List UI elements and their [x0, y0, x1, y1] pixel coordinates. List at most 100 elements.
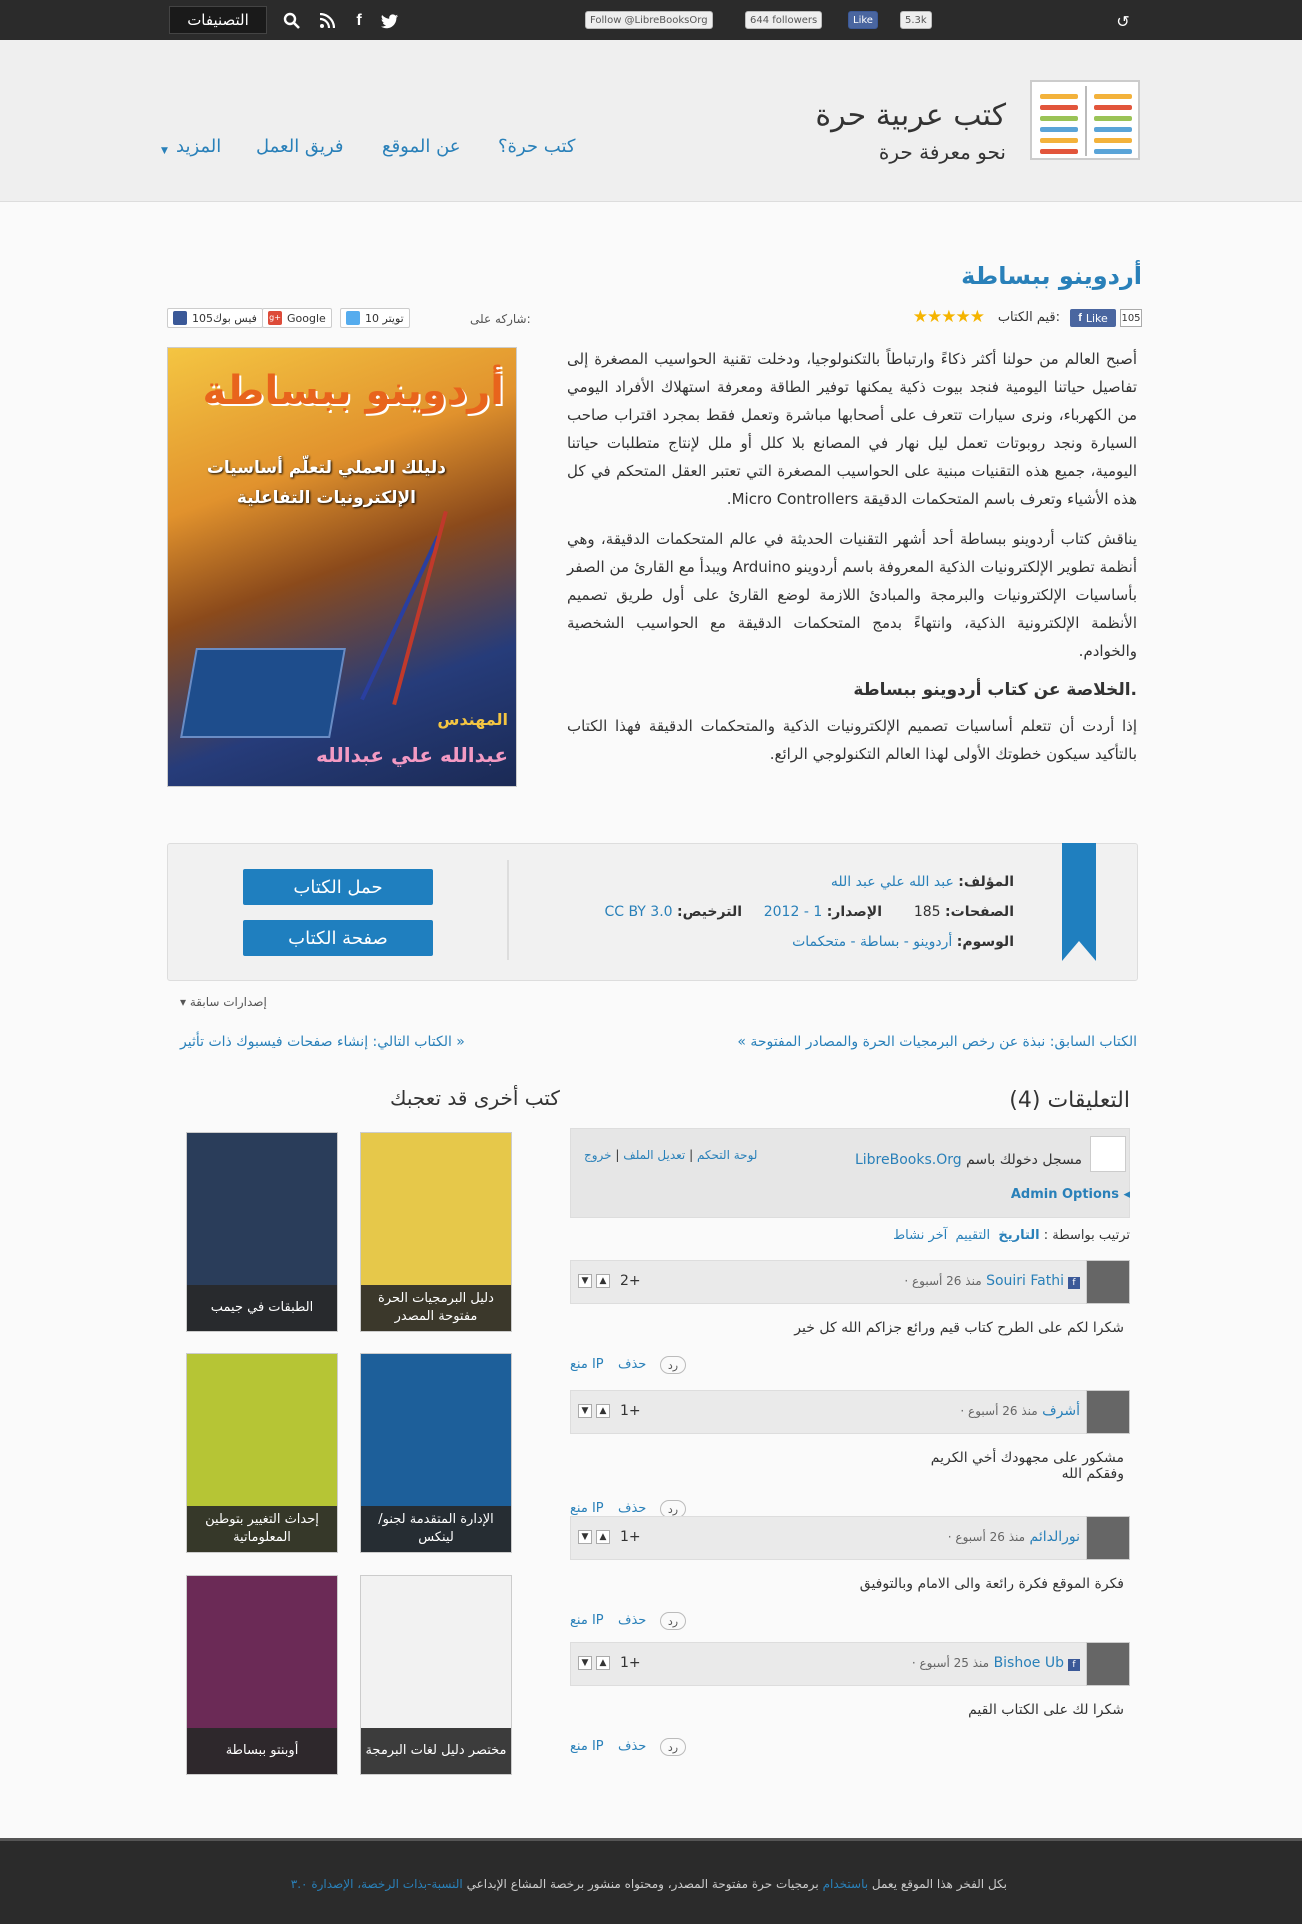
footer-link-license[interactable]: النسبة-بذات الرخصة، الإصدارة ٣.٠ [291, 1877, 463, 1891]
comment-author-name[interactable]: أشرف [1042, 1403, 1080, 1419]
commenter-avatar[interactable] [1086, 1390, 1130, 1434]
thumbs-down-icon[interactable]: ▼ [578, 1274, 592, 1288]
rss-icon[interactable] [316, 10, 338, 32]
ban-ip-link[interactable]: منع IP [570, 1739, 604, 1754]
related-book-caption: أوبنتو ببساطة [187, 1728, 337, 1774]
twitter-follow-button[interactable]: Follow @LibreBooksOrg [585, 11, 713, 29]
license-link[interactable]: CC BY 3.0 [604, 904, 672, 920]
top-bar: ↺ Like 5.3k Follow @LibreBooksOrg 644 fo… [0, 0, 1302, 40]
related-book-card[interactable]: إحداث التغيير بتوطين المعلوماتية [186, 1353, 338, 1553]
facebook-icon: f [1068, 1659, 1080, 1671]
sort-date[interactable]: التاريخ [998, 1228, 1039, 1243]
previous-editions-label: إصدارات سابقة [189, 995, 267, 1009]
pages-value: 185 [913, 904, 941, 920]
reply-button[interactable]: رد [660, 1738, 686, 1756]
related-book-card[interactable]: الإدارة المتقدمة لجنو/لينكس [360, 1353, 512, 1553]
author-info: المؤلف: عبد الله علي عبد الله [831, 874, 1014, 890]
ban-ip-link[interactable]: منع IP [570, 1501, 604, 1516]
comment-time: منذ 26 أسبوع · [904, 1274, 982, 1288]
thumbs-up-icon[interactable]: ▲ [596, 1404, 610, 1418]
thumbs-down-icon[interactable]: ▼ [578, 1656, 592, 1670]
twitter-icon[interactable] [379, 10, 401, 32]
reply-button[interactable]: رد [660, 1612, 686, 1630]
related-book-card[interactable]: الطبقات في جيمب [186, 1132, 338, 1332]
twitter-share-count: تويتر 10 [365, 311, 404, 325]
nav-more[interactable]: المزيد [176, 136, 221, 157]
refresh-icon[interactable]: ↺ [1112, 10, 1134, 32]
related-book-card[interactable]: دليل البرمجيات الحرة مفتوحة المصدر [360, 1132, 512, 1332]
ban-ip-link[interactable]: منع IP [570, 1613, 604, 1628]
related-book-card[interactable]: أوبنتو ببساطة [186, 1575, 338, 1775]
footer-link-software[interactable]: باستخدام [823, 1877, 868, 1891]
comment-score: 2+ [620, 1273, 641, 1289]
comment-text-line: شكرا لك على الكتاب القيم [968, 1702, 1124, 1718]
like-label: Like [853, 14, 873, 26]
cover-author: عبدالله علي عبدالله [315, 743, 508, 767]
pages-info: الصفحات: 185 [914, 904, 1014, 920]
username-link[interactable]: LibreBooks.Org [855, 1152, 962, 1168]
footer-prefix: بكل الفخر هذا الموقع يعمل [871, 1877, 1007, 1891]
sort-rating[interactable]: التقييم [956, 1228, 991, 1243]
delete-comment-link[interactable]: حذف [618, 1613, 646, 1628]
comment-time: منذ 26 أسبوع · [960, 1404, 1038, 1418]
google-share-button[interactable]: g+ Google [262, 308, 332, 328]
commenter-avatar[interactable] [1086, 1516, 1130, 1560]
categories-button[interactable]: التصنيفات [169, 6, 267, 34]
previous-editions-toggle[interactable]: ▾ إصدارات سابقة [180, 995, 267, 1009]
search-icon[interactable] [281, 10, 303, 32]
share-label: شاركه على: [470, 312, 531, 326]
fb-like-label: Like [1085, 311, 1108, 325]
comment-text: شكرا لكم على الطرح كتاب قيم ورائع جزاكم … [794, 1320, 1124, 1336]
thumbs-up-icon[interactable]: ▲ [596, 1530, 610, 1544]
comment-text-line: فكرة الموقع فكرة رائعة والى الامام وبالت… [859, 1576, 1124, 1592]
ban-ip-link[interactable]: منع IP [570, 1357, 604, 1372]
thumbs-up-icon[interactable]: ▲ [596, 1656, 610, 1670]
thumbs-down-icon[interactable]: ▼ [578, 1530, 592, 1544]
facebook-share-button[interactable]: فيس بوك105 [167, 308, 263, 328]
dashboard-link[interactable]: لوحة التحكم [697, 1148, 758, 1162]
next-book-link[interactable]: الكتاب التالي: إنشاء صفحات فيسبوك ذات تأ… [180, 1034, 465, 1050]
caret-left-icon: ◂ [1123, 1187, 1130, 1202]
book-page-button[interactable]: صفحة الكتاب [243, 920, 433, 956]
nav-about[interactable]: عن الموقع [382, 136, 461, 157]
nav-free-books[interactable]: كتب حرة؟ [498, 136, 575, 157]
delete-comment-link[interactable]: حذف [618, 1501, 646, 1516]
edition-value[interactable]: 1 - 2012 [764, 904, 823, 920]
fb-like-button[interactable]: f Like [1070, 309, 1116, 327]
previous-book-link[interactable]: « الكتاب السابق: نبذة عن رخص البرمجيات ا… [737, 1034, 1137, 1050]
related-book-card[interactable]: مختصر دليل لغات البرمجة [360, 1575, 512, 1775]
chevron-down-icon[interactable]: ▼ [161, 146, 168, 156]
facebook-icon[interactable]: f [348, 10, 370, 32]
reply-button[interactable]: رد [660, 1356, 686, 1374]
edit-profile-link[interactable]: تعديل الملف [623, 1148, 685, 1162]
comment-author-name[interactable]: Bishoe Ub [994, 1655, 1064, 1671]
tags-links[interactable]: أردوينو - بساطة - متحكمات [792, 934, 952, 950]
thumbs-up-icon[interactable]: ▲ [596, 1274, 610, 1288]
sort-activity[interactable]: آخر نشاط [893, 1228, 947, 1243]
related-book-caption: مختصر دليل لغات البرمجة [361, 1728, 511, 1774]
logout-link[interactable]: خروج [584, 1148, 612, 1162]
download-button[interactable]: حمل الكتاب [243, 869, 433, 905]
commenter-avatar[interactable] [1086, 1642, 1130, 1686]
admin-options-toggle[interactable]: Admin Options ◂ [1011, 1187, 1130, 1202]
pages-label: الصفحات: [945, 904, 1014, 920]
book-description-2: يناقش كتاب أردوينو ببساطة أحد أشهر التقن… [567, 530, 1137, 660]
related-book-caption: إحداث التغيير بتوطين المعلوماتية [187, 1506, 337, 1552]
twitter-share-button[interactable]: تويتر 10 [340, 308, 410, 328]
nav-team[interactable]: فريق العمل [256, 136, 344, 157]
thumbs-down-icon[interactable]: ▼ [578, 1404, 592, 1418]
delete-comment-link[interactable]: حذف [618, 1739, 646, 1754]
commenter-avatar[interactable] [1086, 1260, 1130, 1304]
tags-info: الوسوم: أردوينو - بساطة - متحكمات [792, 934, 1014, 950]
site-title[interactable]: كتب عربية حرة [815, 98, 1006, 133]
comment-author-name[interactable]: Souiri Fathi [986, 1273, 1064, 1289]
site-logo[interactable] [1030, 80, 1140, 160]
comment-author-name[interactable]: نورالدائم [1030, 1529, 1081, 1545]
comment-author: f Bishoe Ub منذ 25 أسبوع · [912, 1655, 1080, 1671]
book-cover[interactable]: أردوينو ببساطة دليلك العملي لتعلّم أساسي… [167, 347, 517, 787]
facebook-icon [173, 311, 187, 325]
rating-stars[interactable]: ★★★★★ [913, 307, 985, 327]
delete-comment-link[interactable]: حذف [618, 1357, 646, 1372]
author-link[interactable]: عبد الله علي عبد الله [831, 874, 954, 890]
facebook-like-button[interactable]: Like [848, 11, 878, 29]
